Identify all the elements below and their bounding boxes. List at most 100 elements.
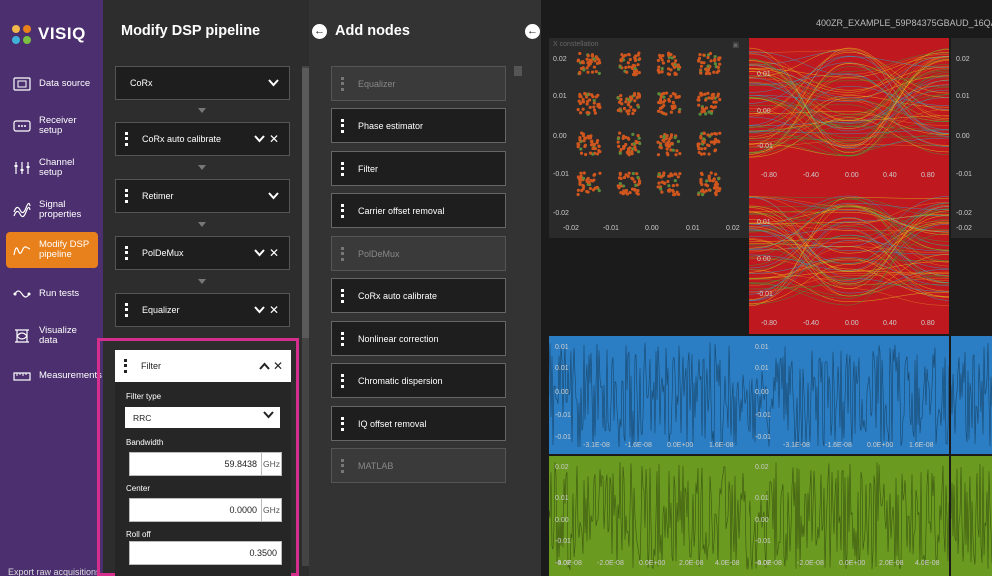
time-domain-plot[interactable]: 0.02 0.01 0.00 -0.01 -0.02 -4.0E-08 -2.0… <box>549 456 749 576</box>
constellation-point <box>699 92 703 96</box>
constellation-point <box>697 103 701 107</box>
sidebar-item-label: Run tests <box>39 288 80 299</box>
close-icon[interactable]: ✕ <box>269 303 279 317</box>
constellation-point <box>712 186 716 190</box>
pipeline-stage[interactable]: Equalizer ✕ <box>115 293 290 327</box>
node-phase-estimator[interactable]: Phase estimator <box>331 108 506 143</box>
constellation-point <box>585 102 589 106</box>
filter-type-value: RRC <box>133 412 152 423</box>
constellation-point <box>699 171 704 175</box>
pipeline-stage[interactable]: CoRx auto calibrate ✕ <box>115 122 290 156</box>
node-equalizer[interactable]: Equalizer <box>331 66 506 101</box>
node-label: Filter <box>358 163 378 174</box>
constellation-point <box>708 71 712 76</box>
constellation-point <box>706 133 710 137</box>
x-tick-label: -0.02 <box>563 225 579 232</box>
export-raw-acquisitions-link[interactable]: Export raw acquisitions <box>8 567 101 576</box>
constellation-point <box>586 61 590 65</box>
y-tick-label: 0.00 <box>757 256 771 263</box>
rolloff-input[interactable]: 0.3500 <box>129 541 282 565</box>
visualization-area: 400ZR_EXAMPLE_59P84375GBAUD_16QAM_50 X c… <box>541 0 992 576</box>
drag-handle-icon[interactable] <box>125 132 128 146</box>
constellation-plot[interactable]: X constellation ▣ 0.02 0.01 0.00 -0.01 -… <box>549 38 749 238</box>
panel-scrollbar[interactable] <box>514 66 522 76</box>
time-domain-plot-partial[interactable] <box>951 456 992 576</box>
constellation-point <box>591 188 596 192</box>
constellation-point <box>636 150 641 154</box>
sidebar-item-modify-dsp-pipeline[interactable]: Modify DSP pipeline <box>6 232 98 268</box>
sidebar-item-data-source[interactable]: Data source <box>6 66 98 102</box>
time-domain-plot[interactable]: 0.01 0.01 0.00 -0.01 -0.01 -3.1E-08 -1.6… <box>549 336 749 454</box>
bandwidth-input[interactable]: 59.8438 <box>129 452 262 476</box>
node-iq-offset-removal[interactable]: IQ offset removal <box>331 406 506 441</box>
constellation-point <box>591 146 595 151</box>
constellation-point <box>620 52 624 57</box>
dataset-title: 400ZR_EXAMPLE_59P84375GBAUD_16QAM_50 <box>816 18 992 28</box>
time-domain-plot-partial[interactable] <box>951 336 992 454</box>
node-corx-auto-calibrate[interactable]: CoRx auto calibrate <box>331 278 506 313</box>
constellation-point <box>704 189 708 193</box>
constellation-point <box>705 143 710 147</box>
constellation-point <box>581 60 585 64</box>
drag-handle-icon[interactable] <box>125 303 128 317</box>
constellation-point <box>713 62 717 66</box>
source-select[interactable]: CoRx <box>115 66 290 100</box>
y-tick-label: -0.01 <box>555 412 571 419</box>
eye-diagram-plot[interactable]: 0.01 0.00 -0.01 -0.80 -0.40 0.00 0.40 0.… <box>749 186 949 334</box>
sidebar-item-visualize-data[interactable]: Visualize data <box>6 318 98 354</box>
pipeline-stage[interactable]: Retimer <box>115 179 290 213</box>
close-icon[interactable]: ✕ <box>273 359 283 373</box>
close-icon[interactable]: ✕ <box>269 246 279 260</box>
drag-handle-icon[interactable] <box>124 359 127 373</box>
time-domain-plot[interactable]: 0.01 0.01 0.00 -0.01 -0.01 -3.1E-08 -1.6… <box>749 336 949 454</box>
sidebar-item-label: Measurements <box>39 370 102 381</box>
source-select-value: CoRx <box>130 78 153 88</box>
node-chromatic-dispersion[interactable]: Chromatic dispersion <box>331 363 506 398</box>
center-input[interactable]: 0.0000 <box>129 498 262 522</box>
node-poldemux[interactable]: PolDeMux <box>331 236 506 271</box>
constellation-point <box>616 108 620 113</box>
constellation-point <box>700 60 704 65</box>
back-arrow-icon[interactable]: ← <box>312 24 327 39</box>
close-icon[interactable]: ✕ <box>269 132 279 146</box>
chevron-down-icon[interactable] <box>254 132 265 146</box>
constellation-point <box>586 70 590 74</box>
chevron-up-icon[interactable] <box>258 359 270 373</box>
constellation-point <box>629 105 633 109</box>
sidebar-item-receiver-setup[interactable]: Receiver setup <box>6 108 98 144</box>
constellation-point <box>626 97 630 102</box>
drag-handle-icon[interactable] <box>125 189 128 203</box>
pipeline-stage[interactable]: PolDeMux ✕ <box>115 236 290 270</box>
constellation-point <box>634 183 638 187</box>
sidebar-item-channel-setup[interactable]: Channel setup <box>6 150 98 186</box>
y-tick-label: 0.00 <box>956 133 970 140</box>
constellation-plot-partial[interactable]: 0.02 0.01 0.00 -0.01 -0.02 -0.02 <box>951 38 992 238</box>
node-matlab[interactable]: MATLAB <box>331 448 506 483</box>
filter-type-select[interactable]: RRC <box>125 407 280 428</box>
collapse-arrow-icon[interactable]: ← <box>525 24 540 39</box>
time-domain-plot[interactable]: 0.02 0.01 0.00 -0.01 -0.02 -4.0E-08 -2.0… <box>749 456 949 576</box>
constellation-point <box>595 152 600 156</box>
constellation-point <box>626 112 630 116</box>
constellation-point <box>666 67 671 71</box>
filter-stage-expanded: Filter ✕ Filter type RRC Bandwidth 59.84… <box>115 350 291 576</box>
constellation-point <box>633 99 637 103</box>
chevron-down-icon[interactable] <box>268 189 279 203</box>
node-carrier-offset-removal[interactable]: Carrier offset removal <box>331 193 506 228</box>
sidebar-item-run-tests[interactable]: Run tests <box>6 276 98 312</box>
constellation-point <box>697 95 701 99</box>
chevron-down-icon[interactable] <box>254 246 265 260</box>
drag-handle-icon[interactable] <box>125 246 128 260</box>
node-nonlinear-correction[interactable]: Nonlinear correction <box>331 321 506 356</box>
constellation-point <box>656 185 660 189</box>
y-tick-label: 0.02 <box>553 56 567 63</box>
filter-stage-header[interactable]: Filter ✕ <box>115 350 291 382</box>
node-filter[interactable]: Filter <box>331 151 506 186</box>
chevron-down-icon[interactable] <box>254 303 265 317</box>
eye-diagram-plot[interactable]: 0.01 0.00 -0.01 -0.80 -0.40 0.00 0.40 0.… <box>749 38 949 186</box>
sidebar-item-measurements[interactable]: Measurements <box>6 358 102 394</box>
constellation-point <box>578 51 582 56</box>
constellation-point <box>594 55 598 59</box>
sidebar-item-signal-properties[interactable]: Signal properties <box>6 192 98 228</box>
constellation-point <box>620 102 624 106</box>
